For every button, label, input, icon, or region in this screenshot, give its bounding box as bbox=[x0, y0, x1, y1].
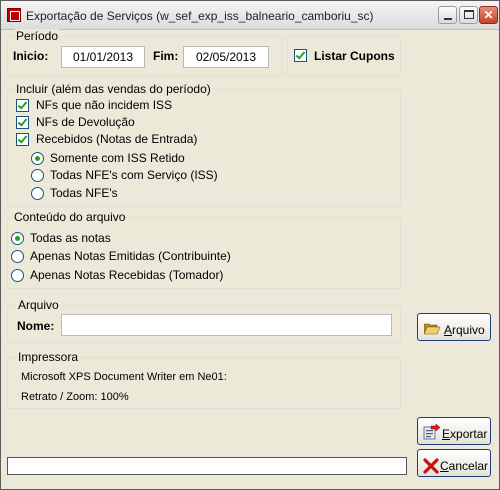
arquivo-button-label: Arquivo bbox=[444, 323, 485, 337]
iss-retido-radio[interactable] bbox=[31, 152, 44, 165]
inicio-label: Inicio: bbox=[13, 49, 49, 63]
close-icon: ✕ bbox=[483, 8, 494, 22]
nfs-nao-incidem-iss-checkbox[interactable] bbox=[16, 99, 29, 112]
nfs-devolucao-label[interactable]: NFs de Devolução bbox=[36, 115, 135, 129]
radio-selected-icon bbox=[35, 156, 40, 161]
checkmark-icon bbox=[295, 49, 306, 60]
iss-retido-label[interactable]: Somente com ISS Retido bbox=[50, 151, 185, 165]
checkmark-icon bbox=[17, 116, 28, 127]
nfe-servico-label[interactable]: Todas NFE's com Serviço (ISS) bbox=[50, 168, 218, 182]
minimize-icon bbox=[444, 18, 452, 20]
cancelar-button-label: Cancelar bbox=[440, 459, 489, 473]
maximize-icon bbox=[464, 10, 474, 19]
fim-date-input[interactable]: 02/05/2013 bbox=[183, 46, 269, 68]
title-bar[interactable]: Exportação de Serviços (w_sef_exp_iss_ba… bbox=[1, 1, 499, 30]
window-title: Exportação de Serviços (w_sef_exp_iss_ba… bbox=[26, 9, 374, 23]
periodo-group-label: Período bbox=[15, 29, 60, 43]
status-field bbox=[7, 457, 407, 475]
checkmark-icon bbox=[17, 99, 28, 110]
nfs-devolucao-checkbox[interactable] bbox=[16, 116, 29, 129]
recebidos-checkbox[interactable] bbox=[16, 133, 29, 146]
notas-recebidas-radio[interactable] bbox=[11, 269, 24, 282]
folder-open-icon bbox=[424, 323, 440, 335]
arquivo-button[interactable]: Arquivo bbox=[417, 313, 491, 341]
nome-label: Nome: bbox=[17, 319, 55, 333]
exportar-button[interactable]: Exportar bbox=[417, 417, 491, 445]
todas-nfe-label[interactable]: Todas NFE's bbox=[50, 186, 118, 200]
exportar-button-label: Exportar bbox=[442, 427, 488, 441]
checkmark-icon bbox=[17, 133, 28, 144]
notas-emitidas-radio[interactable] bbox=[11, 250, 24, 263]
cancelar-button[interactable]: Cancelar bbox=[417, 449, 491, 477]
recebidos-label[interactable]: Recebidos (Notas de Entrada) bbox=[36, 132, 197, 146]
fim-label: Fim: bbox=[153, 49, 179, 63]
maximize-button[interactable] bbox=[459, 6, 478, 24]
close-button[interactable]: ✕ bbox=[479, 6, 498, 24]
todas-nfe-radio[interactable] bbox=[31, 187, 44, 200]
conteudo-group-label: Conteúdo do arquivo bbox=[13, 210, 127, 224]
app-icon bbox=[7, 8, 21, 22]
nome-arquivo-input[interactable] bbox=[61, 314, 392, 336]
listar-cupons-label[interactable]: Listar Cupons bbox=[314, 49, 395, 63]
printer-name-text: Microsoft XPS Document Writer em Ne01: bbox=[21, 371, 227, 383]
impressora-group-label: Impressora bbox=[17, 350, 80, 364]
printer-orientation-text: Retrato / Zoom: 100% bbox=[21, 391, 129, 403]
export-icon bbox=[423, 424, 440, 440]
listar-cupons-checkbox[interactable] bbox=[294, 49, 307, 62]
incluir-group-label: Incluir (além das vendas do período) bbox=[15, 82, 212, 96]
notas-recebidas-label[interactable]: Apenas Notas Recebidas (Tomador) bbox=[30, 268, 223, 282]
arquivo-group-label: Arquivo bbox=[17, 298, 60, 312]
nfe-servico-radio[interactable] bbox=[31, 169, 44, 182]
export-services-window: Exportação de Serviços (w_sef_exp_iss_ba… bbox=[0, 0, 500, 490]
cancel-icon bbox=[423, 458, 439, 474]
nfs-nao-incidem-iss-label[interactable]: NFs que não incidem ISS bbox=[36, 98, 172, 112]
todas-notas-radio[interactable] bbox=[11, 232, 24, 245]
radio-selected-icon bbox=[15, 236, 20, 241]
minimize-button[interactable] bbox=[438, 6, 457, 24]
inicio-date-input[interactable]: 01/01/2013 bbox=[61, 46, 145, 68]
notas-emitidas-label[interactable]: Apenas Notas Emitidas (Contribuinte) bbox=[30, 249, 231, 263]
todas-notas-label[interactable]: Todas as notas bbox=[30, 231, 111, 245]
